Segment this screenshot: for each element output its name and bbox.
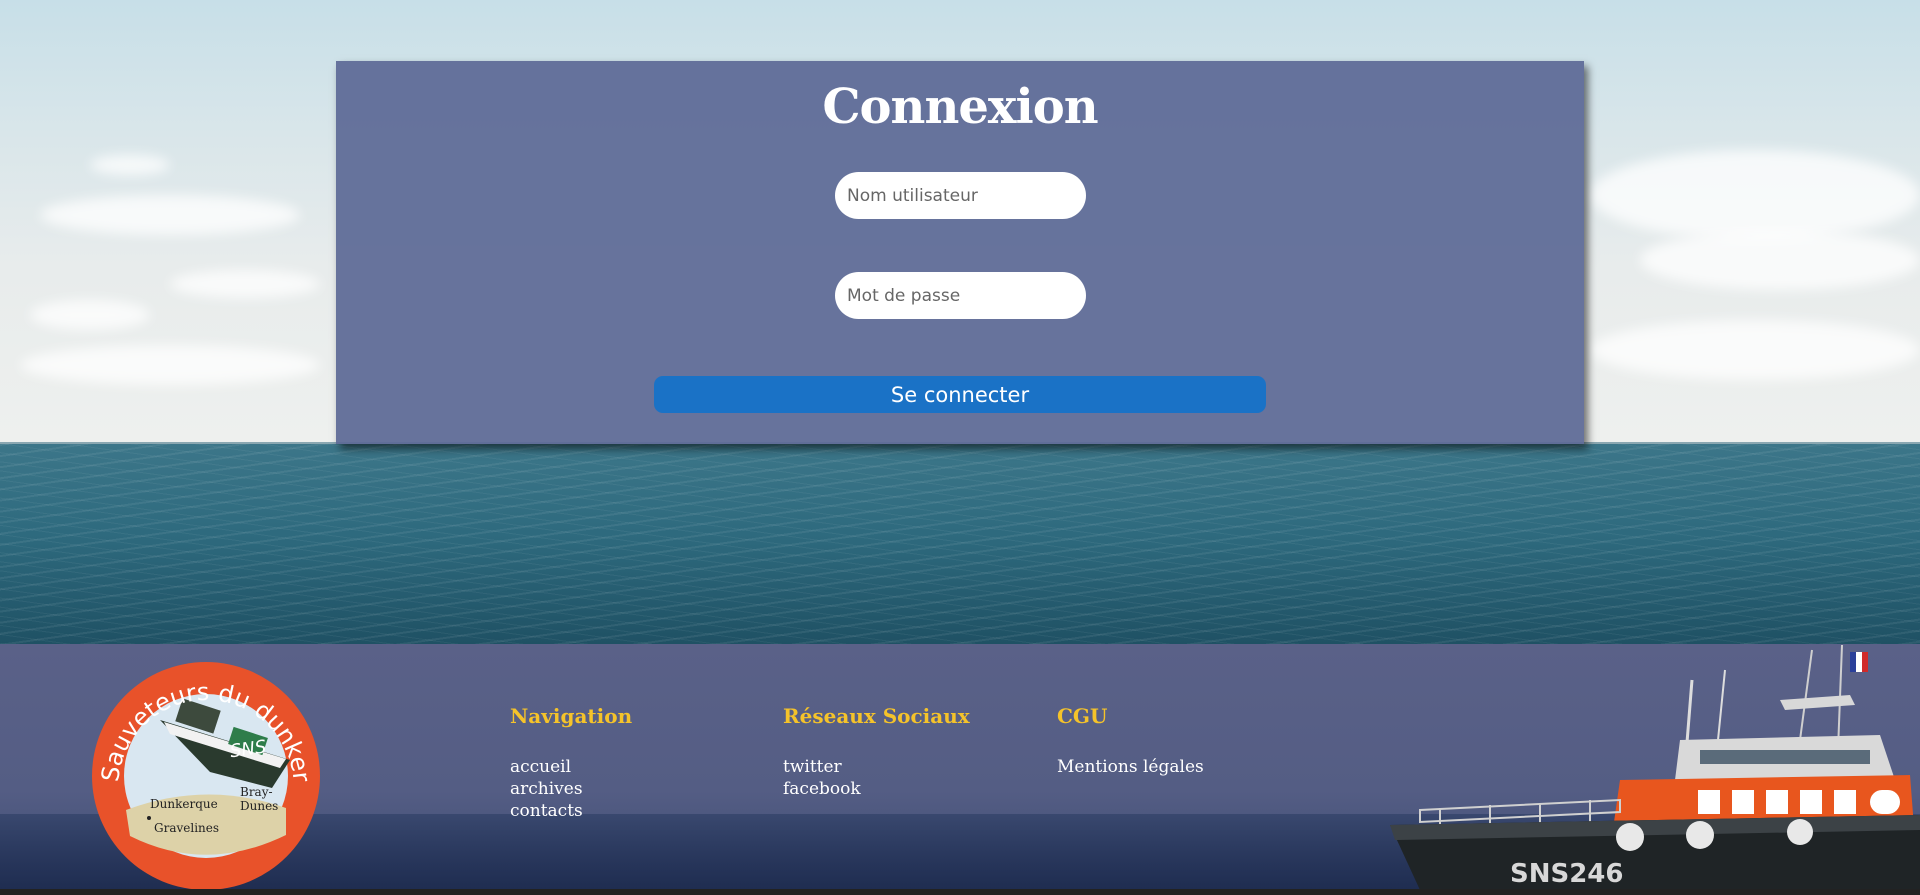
- login-form: Connexion Se connecter: [336, 61, 1584, 444]
- password-input[interactable]: [835, 272, 1086, 319]
- footer-social-heading: Réseaux Sociaux: [783, 704, 970, 728]
- footer-link-archives[interactable]: archives: [510, 779, 583, 799]
- login-title: Connexion: [822, 79, 1098, 135]
- footer-navigation-heading: Navigation: [510, 704, 633, 728]
- footer-link-facebook[interactable]: facebook: [783, 779, 861, 799]
- login-submit-button[interactable]: Se connecter: [654, 376, 1266, 413]
- rescue-boat-image: SNS246: [1390, 644, 1920, 890]
- footer-cgu-heading: CGU: [1057, 704, 1108, 728]
- bottom-bar: [0, 889, 1920, 895]
- sea-background: [0, 444, 1920, 644]
- logo-place-bray: Bray-: [240, 785, 273, 799]
- site-logo: SNS Sauveteurs du dunkerquois Dunkerque …: [90, 660, 320, 890]
- footer-link-contacts[interactable]: contacts: [510, 801, 583, 821]
- footer-cgu-column: CGU Mentions légales: [1057, 702, 1307, 778]
- boat-hull-label: SNS246: [1510, 859, 1623, 889]
- footer-navigation-column: Navigation accueil archives contacts: [510, 702, 760, 822]
- logo-place-gravelines: Gravelines: [154, 821, 219, 835]
- footer-link-mentions-legales[interactable]: Mentions légales: [1057, 757, 1204, 777]
- logo-place-dunkerque: Dunkerque: [150, 797, 218, 811]
- footer-link-twitter[interactable]: twitter: [783, 757, 842, 777]
- footer-link-accueil[interactable]: accueil: [510, 757, 571, 777]
- logo-place-dunes: Dunes: [240, 799, 278, 813]
- footer-social-column: Réseaux Sociaux twitter facebook: [783, 702, 1033, 800]
- username-input[interactable]: [835, 172, 1086, 219]
